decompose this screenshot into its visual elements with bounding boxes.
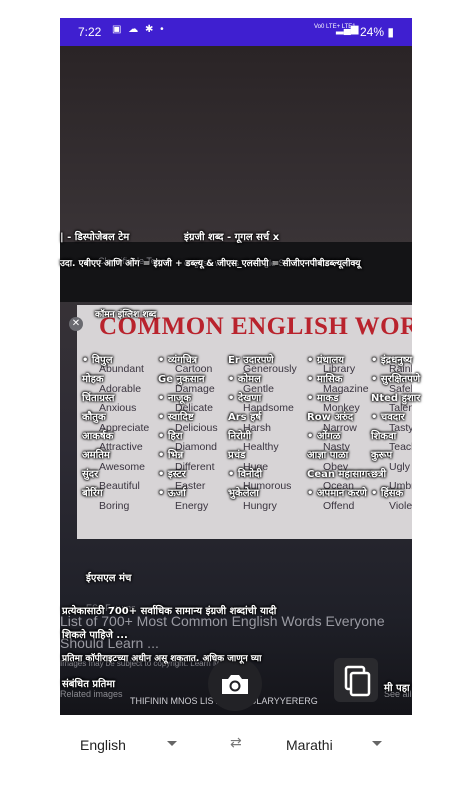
translated-word: सुंदर [82, 469, 99, 480]
english-word: Energy [175, 499, 209, 512]
translated-word: आज्ञा पाळा [307, 450, 349, 461]
overlay-related: संबंधित प्रतिमा [62, 679, 115, 690]
translated-word: शिकवा [371, 431, 397, 442]
translated-word: • हिरा [158, 431, 183, 442]
translated-word: • देखणा [228, 393, 262, 404]
translated-word: Ge नुकसान [158, 374, 205, 385]
translated-word: छत्री [371, 469, 387, 480]
translated-word: अमतिम [82, 450, 110, 461]
translated-word: • अपमान करणे [307, 488, 367, 499]
translated-word: • इस्टर [158, 469, 186, 480]
english-word: Boring [99, 499, 130, 512]
translated-word: Ars हर्ष [228, 412, 262, 423]
translated-word: Cean महासागर [307, 469, 372, 480]
chevron-down-icon[interactable] [167, 741, 177, 746]
overlay-url: उदा. एबीएए आणि ओंग = इंग्रजी + डब्ल्यू &… [60, 259, 361, 269]
translated-word: प्रचंड [228, 450, 246, 461]
english-word: Beautiful [99, 480, 140, 492]
translated-word: • भिन्न [158, 450, 184, 461]
translated-word: • स्वादिष्ट [158, 412, 194, 423]
overlay-heading: कॉमन इंग्लिश शब्द [95, 310, 157, 320]
source-language-select[interactable]: English [80, 737, 126, 753]
translated-word: कुरूप [371, 450, 393, 461]
translated-word: चिंताग्रस्त [82, 393, 115, 404]
overlay-title2: शिकले पाहिजे ... [62, 630, 128, 641]
english-word: Offend [323, 499, 355, 512]
translated-word: कौतुक [82, 412, 106, 423]
translated-word: • ग्रंथालय [307, 355, 345, 366]
overlay-forum: ईएसएल मंच [86, 573, 132, 584]
english-word: Violent [389, 499, 412, 512]
import-image-button[interactable] [334, 658, 378, 702]
language-bar: English ⇄ Marathi [60, 715, 412, 781]
translated-word: • कोमल [228, 374, 261, 385]
chevron-down-icon[interactable] [372, 741, 382, 746]
viewfinder-tab-strip [60, 242, 412, 302]
translated-word: मोहक [82, 374, 104, 385]
close-icon: ✕ [69, 317, 83, 331]
translated-word: भुकेलेला [228, 488, 259, 499]
translated-word: • विनोदी [228, 469, 263, 480]
translated-word: Er उदारपणे [228, 355, 274, 366]
overlay-title: प्रत्येकासाठी 700+ सर्वाधिक सामान्य इंग्… [62, 606, 277, 617]
camera-icon [222, 675, 248, 694]
english-word: Hungry [243, 499, 277, 512]
battery-level: 24% ▮ [360, 25, 394, 39]
signal-icon: ▂▄▆ [336, 24, 359, 35]
overlay-see-all: मी पहा [384, 683, 410, 694]
translated-word: • ऊर्जा [158, 488, 186, 499]
translated-word: • चवदार [371, 412, 405, 423]
translated-word: बोरिंग [82, 488, 103, 499]
overlay-tab2: इंग्रजी शब्द - गूगल सर्च x [184, 232, 280, 243]
translated-word: • नाजूक [158, 393, 192, 404]
translated-word: • इंद्रधनुष्य [371, 355, 413, 366]
status-time: 7:22 [78, 25, 102, 39]
overlay-copyright: प्रतिमा कॉपीराइटच्या अधीन असू शकतात. अधि… [62, 654, 262, 664]
translated-word: Nted हुशार [371, 393, 421, 404]
translated-word: • हिंसक [371, 488, 404, 499]
translated-word: निरोगी [228, 431, 252, 442]
english-word: Awesome [99, 460, 145, 473]
translated-word: • ओंगळ [307, 431, 341, 442]
capture-button[interactable] [208, 657, 262, 711]
translated-word: Row अरुंद [307, 412, 354, 423]
english-word: Ugly [389, 460, 411, 473]
target-language-select[interactable]: Marathi [286, 737, 333, 753]
swap-arrows-icon[interactable]: ⇄ [230, 735, 242, 751]
translated-word: • व्यंगचित्र [158, 355, 198, 366]
translated-word: • सुरक्षितपणे [371, 374, 421, 385]
english-word: Teach [389, 441, 412, 453]
overlay-tab1: | - डिस्पोजेबल टेम [60, 232, 130, 243]
copy-icon [344, 665, 371, 697]
bg-related: Related images [60, 689, 123, 699]
english-word: Healthy [243, 441, 279, 453]
status-bar: 7:22 ▣ ☁ ✱ • Vo0 LTE+ LTE1 ▂▄▆ 24% ▮ [60, 18, 412, 46]
notification-icons: ▣ ☁ ✱ • [112, 24, 166, 35]
translated-word: आकर्षक [82, 431, 114, 442]
translated-word: • माकड [307, 393, 339, 404]
translated-word: • विपुल [82, 355, 113, 366]
translated-word: • मासिक [307, 374, 343, 385]
